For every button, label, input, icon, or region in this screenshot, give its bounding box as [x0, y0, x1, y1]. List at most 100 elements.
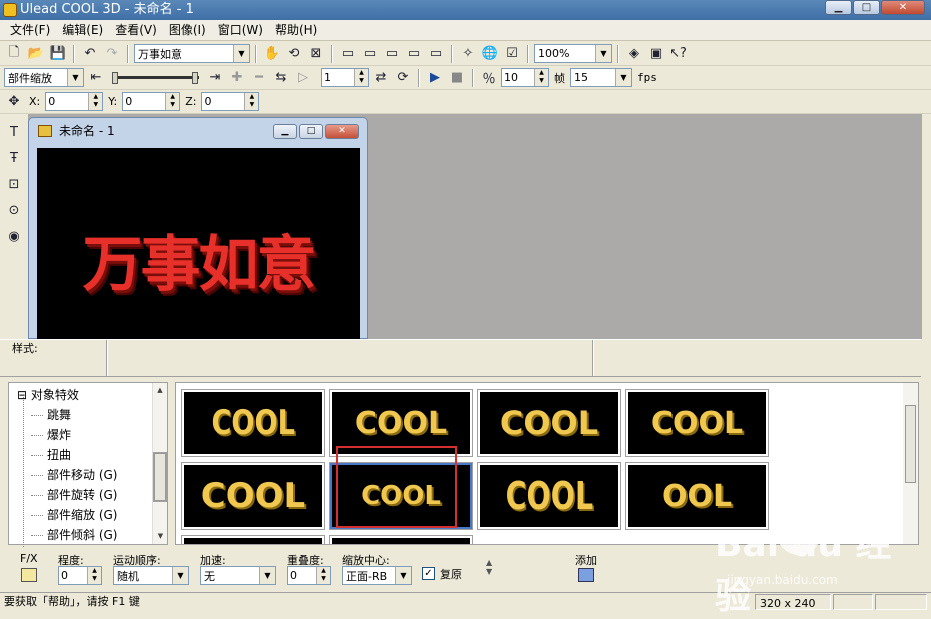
menu-view[interactable]: 查看(V) [109, 20, 163, 40]
y-spinner[interactable]: 0 ▲ ▼ [122, 92, 181, 111]
restore-checkbox[interactable]: ✓ [422, 567, 435, 580]
gallery-thumb[interactable] [181, 535, 325, 544]
degree-spinner[interactable]: 0 ▲ ▼ [58, 566, 102, 585]
menu-edit[interactable]: 编辑(E) [56, 20, 109, 40]
insert-text-icon[interactable]: T [4, 122, 24, 142]
stop-icon[interactable]: ■ [447, 68, 467, 88]
tree-item[interactable]: 部件旋转 (G) [17, 485, 157, 505]
gallery-thumb[interactable]: COOL [477, 462, 621, 530]
overlap-spinner[interactable]: 0 ▲ ▼ [287, 566, 331, 585]
gallery-thumb[interactable]: COOL [477, 389, 621, 457]
loop-icon[interactable]: ⇄ [371, 68, 391, 88]
gallery-thumb[interactable]: COOL [181, 389, 325, 457]
doc-close-button[interactable]: ✕ [325, 124, 359, 139]
zoom-combo[interactable]: 100% ▼ [534, 44, 612, 63]
select-object-icon[interactable]: ⊙ [4, 200, 24, 220]
refresh-icon[interactable]: ⟳ [393, 68, 413, 88]
gallery-thumb[interactable] [329, 535, 473, 544]
view-side-icon[interactable]: ▭ [382, 44, 402, 64]
menu-bar: 文件(F) 编辑(E) 查看(V) 图像(I) 窗口(W) 帮助(H) [0, 20, 931, 41]
view-front-icon[interactable]: ▭ [338, 44, 358, 64]
x-label: X: [29, 95, 41, 108]
next-icon[interactable]: ▷ [293, 68, 313, 88]
light-icon[interactable]: ✧ [458, 44, 478, 64]
tree-item[interactable]: 爆炸 [17, 425, 157, 445]
paw-icon [777, 511, 821, 555]
lathe-icon[interactable]: ◉ [4, 226, 24, 246]
view-back-icon[interactable]: ▭ [404, 44, 424, 64]
maximize-button[interactable]: □ [853, 0, 880, 15]
menu-file[interactable]: 文件(F) [4, 20, 56, 40]
close-button[interactable]: ✕ [881, 0, 925, 15]
percent-icon[interactable]: ％ [479, 68, 499, 88]
workspace-scrollbar[interactable] [922, 114, 931, 339]
position-toolbar: ✥ X: 0 ▲ ▼ Y: 0 ▲ ▼ Z: 0 ▲ ▼ [0, 90, 931, 114]
z-spinner[interactable]: 0 ▲ ▼ [201, 92, 260, 111]
frames-combo[interactable]: 15 ▼ [570, 68, 632, 87]
speed-combo[interactable]: 无 ▼ [200, 566, 276, 585]
gallery-thumb[interactable]: COOL [181, 462, 325, 530]
edit-text-icon[interactable]: Ŧ [4, 148, 24, 168]
y-label: Y: [108, 95, 118, 108]
fx-label: F/X [20, 552, 38, 565]
z-label: Z: [185, 95, 197, 108]
chart-icon[interactable]: ☑ [502, 44, 522, 64]
redo-icon[interactable]: ↷ [102, 44, 122, 64]
app-icon [3, 3, 17, 17]
menu-window[interactable]: 窗口(W) [212, 20, 269, 40]
export-icon[interactable]: ▣ [646, 44, 666, 64]
menu-image[interactable]: 图像(I) [163, 20, 212, 40]
tree-root[interactable]: ⊟ 对象特效 [17, 385, 157, 405]
undo-icon[interactable]: ↶ [80, 44, 100, 64]
mode-combo[interactable]: 部件缩放 ▼ [4, 68, 84, 87]
tree-item[interactable]: 跳舞 [17, 405, 157, 425]
play-icon[interactable]: ▶ [425, 68, 445, 88]
reverse-icon[interactable]: ⇆ [271, 68, 291, 88]
view-top-icon[interactable]: ▭ [360, 44, 380, 64]
add-key-icon[interactable]: ✚ [227, 68, 247, 88]
insert-graphic-icon[interactable]: ⊡ [4, 174, 24, 194]
first-frame-icon[interactable]: ⇤ [86, 68, 106, 88]
fx-icon[interactable] [21, 568, 37, 582]
x-spinner[interactable]: 0 ▲ ▼ [45, 92, 104, 111]
scroll-down-icon[interactable]: ▼ [153, 529, 168, 544]
context-help-icon[interactable]: ↖? [668, 44, 688, 64]
remove-key-icon[interactable]: ━ [249, 68, 269, 88]
render-icon[interactable]: ◈ [624, 44, 644, 64]
text-combo[interactable]: 万事如意 ▼ [134, 44, 250, 63]
save-icon[interactable]: 💾 [48, 44, 68, 64]
move-object-icon[interactable]: ✥ [4, 92, 24, 112]
tree-item[interactable]: 部件移动 (G) [17, 465, 157, 485]
panel-scroll-icon[interactable]: ▲ ▼ [486, 558, 492, 576]
gallery-thumb[interactable]: COOL [625, 389, 769, 457]
tree-item[interactable]: 扭曲 [17, 445, 157, 465]
frame-spinner[interactable]: 1 ▲ ▼ [321, 68, 369, 87]
render-canvas[interactable]: 万事如意 [37, 148, 360, 340]
rotate-object-icon[interactable]: ⟲ [284, 44, 304, 64]
tree-scrollbar[interactable]: ▲ ▼ [152, 383, 167, 544]
new-file-icon[interactable]: 🗋 [4, 44, 24, 64]
doc-maximize-button[interactable]: □ [299, 124, 323, 139]
last-frame-icon[interactable]: ⇥ [205, 68, 225, 88]
highlight-box [336, 446, 457, 528]
fps-spinner[interactable]: 10 ▲ ▼ [501, 68, 549, 87]
doc-minimize-button[interactable]: ▁ [273, 124, 297, 139]
center-combo[interactable]: 正面-RB ▼ [342, 566, 412, 585]
hand-icon[interactable]: ✋ [262, 44, 282, 64]
open-folder-icon[interactable]: 📂 [26, 44, 46, 64]
status-size: 320 x 240 [755, 594, 831, 610]
tree-item[interactable]: 部件缩放 (G) [17, 505, 157, 525]
scroll-up-icon[interactable]: ▲ [153, 383, 167, 398]
fit-icon[interactable]: ⊠ [306, 44, 326, 64]
timeline-slider[interactable] [108, 68, 203, 88]
minimize-button[interactable]: ▁ [825, 0, 852, 15]
tree-item[interactable]: 部件倾斜 (G) [17, 525, 157, 545]
add-label: 添加 [575, 554, 597, 567]
view-bottom-icon[interactable]: ▭ [426, 44, 446, 64]
order-combo[interactable]: 随机 ▼ [113, 566, 189, 585]
globe-icon[interactable]: 🌐 [480, 44, 500, 64]
menu-help[interactable]: 帮助(H) [269, 20, 323, 40]
chevron-down-icon: ▼ [395, 567, 411, 584]
add-icon[interactable] [578, 568, 594, 582]
chevron-down-icon: ▼ [259, 567, 275, 584]
